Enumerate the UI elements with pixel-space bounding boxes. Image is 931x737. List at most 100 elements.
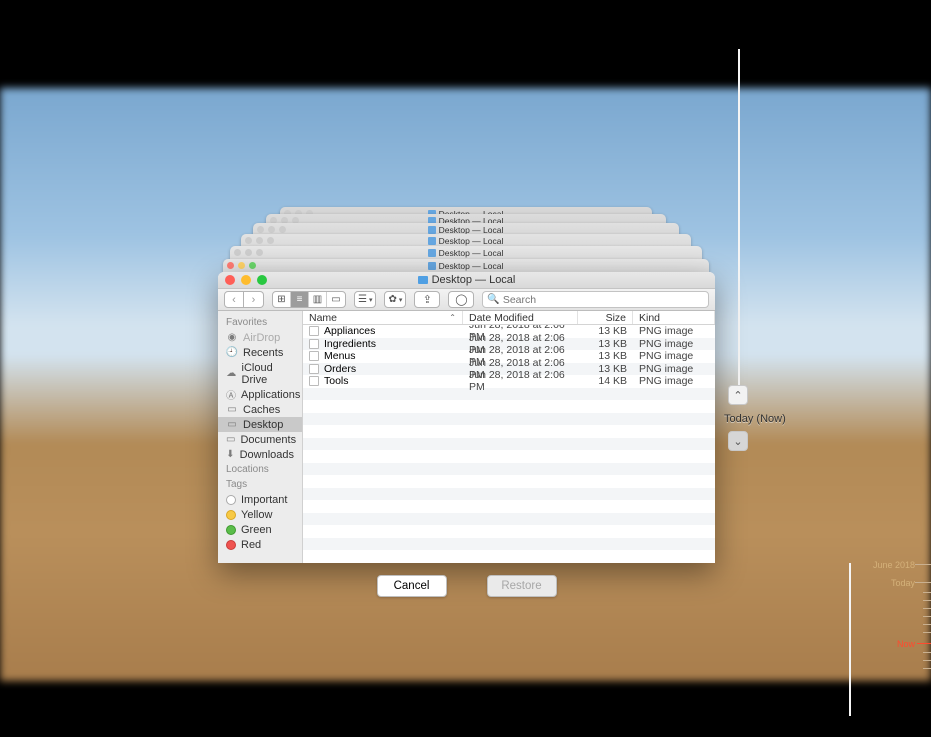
cloud-icon: ☁: [226, 369, 237, 379]
sidebar-item-desktop[interactable]: ▭Desktop: [218, 417, 302, 432]
file-name: Ingredients: [324, 338, 376, 350]
desktop-icon: ▭: [226, 420, 238, 430]
table-row-empty: [303, 400, 715, 413]
toolbar: ‹ › ⊞ ≡ ▥ ▭ ☰▾ ✿▾ ⇪ ◯ 🔍: [218, 289, 715, 311]
file-name: Menus: [324, 350, 356, 362]
close-button[interactable]: [225, 275, 235, 285]
sidebar: Favorites ◉AirDrop 🕘Recents ☁iCloud Driv…: [218, 311, 303, 563]
tag-dot-icon: [226, 510, 236, 520]
file-kind: PNG image: [633, 375, 715, 387]
sidebar-item-documents[interactable]: ▭Documents: [218, 432, 302, 447]
sidebar-tag-yellow[interactable]: Yellow: [218, 507, 302, 522]
sidebar-tag-green[interactable]: Green: [218, 522, 302, 537]
file-icon: [309, 376, 319, 386]
chevron-down-icon: ⌄: [733, 435, 742, 448]
file-icon: [309, 364, 319, 374]
column-headers: Name⌃ Date Modified Size Kind: [303, 311, 715, 325]
timeline-next-button[interactable]: ⌄: [728, 431, 748, 451]
view-switcher[interactable]: ⊞ ≡ ▥ ▭: [272, 291, 346, 308]
minimize-button[interactable]: [241, 275, 251, 285]
table-row-empty: [303, 388, 715, 401]
tags-button[interactable]: ◯: [448, 291, 474, 308]
sidebar-item-caches[interactable]: ▭Caches: [218, 402, 302, 417]
sidebar-item-downloads[interactable]: ⬇Downloads: [218, 447, 302, 462]
restore-button[interactable]: Restore: [487, 575, 557, 597]
airdrop-icon: ◉: [226, 333, 238, 343]
gear-icon: ✿: [388, 294, 396, 305]
downloads-icon: ⬇: [226, 450, 235, 460]
table-row-empty: [303, 438, 715, 451]
file-kind: PNG image: [633, 325, 715, 337]
col-date[interactable]: Date Modified: [463, 311, 578, 324]
sidebar-tags-header: Tags: [218, 477, 302, 492]
sidebar-item-recents[interactable]: 🕘Recents: [218, 345, 302, 360]
table-row-empty: [303, 538, 715, 551]
sidebar-item-applications[interactable]: ⒶApplications: [218, 387, 302, 402]
table-row-empty: [303, 525, 715, 538]
file-name: Appliances: [324, 325, 375, 337]
timeline-prev-button[interactable]: ⌃: [728, 385, 748, 405]
callout-line-top: [738, 49, 740, 385]
search-field[interactable]: 🔍: [482, 291, 709, 308]
table-row-empty: [303, 463, 715, 476]
search-input[interactable]: [503, 294, 704, 306]
file-size: 13 KB: [578, 350, 633, 362]
file-size: 13 KB: [578, 363, 633, 375]
callout-line-bottom: [849, 563, 851, 716]
file-size: 14 KB: [578, 375, 633, 387]
group-dropdown[interactable]: ☰▾: [354, 291, 376, 308]
file-icon: [309, 326, 319, 336]
list-view-icon[interactable]: ≡: [291, 292, 309, 307]
documents-icon: ▭: [226, 435, 235, 445]
file-kind: PNG image: [633, 338, 715, 350]
timeline-scale[interactable]: June 2018 Today Now: [913, 96, 931, 671]
col-kind[interactable]: Kind: [633, 311, 715, 324]
tag-icon: ◯: [455, 293, 467, 306]
forward-button[interactable]: ›: [244, 291, 264, 308]
table-row-empty: [303, 488, 715, 501]
icon-view-icon[interactable]: ⊞: [273, 292, 291, 307]
file-list: Name⌃ Date Modified Size Kind Appliances…: [303, 311, 715, 563]
timeline-current-label: Today (Now): [724, 413, 786, 425]
table-row[interactable]: ToolsJun 28, 2018 at 2:06 PM14 KBPNG ima…: [303, 375, 715, 388]
column-view-icon[interactable]: ▥: [309, 292, 327, 307]
table-row-empty: [303, 550, 715, 563]
clock-icon: 🕘: [226, 348, 238, 358]
timeline-tick-now: Now: [897, 639, 915, 649]
search-icon: 🔍: [487, 294, 499, 305]
file-name: Tools: [324, 375, 349, 387]
tag-dot-icon: [226, 540, 236, 550]
table-row-empty: [303, 413, 715, 426]
folder-icon: ▭: [226, 405, 238, 415]
table-row-empty: [303, 513, 715, 526]
back-button[interactable]: ‹: [224, 291, 244, 308]
apps-icon: Ⓐ: [226, 390, 236, 400]
action-dropdown[interactable]: ✿▾: [384, 291, 406, 308]
timeline-tick-label: Today: [891, 578, 915, 588]
folder-icon: [418, 276, 428, 284]
sidebar-tag-important[interactable]: Important: [218, 492, 302, 507]
sidebar-item-icloud[interactable]: ☁iCloud Drive: [218, 360, 302, 387]
finder-window: Desktop — Local ‹ › ⊞ ≡ ▥ ▭ ☰▾ ✿▾ ⇪ ◯ 🔍 …: [218, 272, 715, 563]
col-name[interactable]: Name⌃: [303, 311, 463, 324]
share-icon: ⇪: [423, 293, 432, 306]
table-row-empty: [303, 425, 715, 438]
share-button[interactable]: ⇪: [414, 291, 440, 308]
cancel-button[interactable]: Cancel: [377, 575, 447, 597]
sort-asc-icon: ⌃: [449, 313, 456, 322]
file-size: 13 KB: [578, 338, 633, 350]
gallery-view-icon[interactable]: ▭: [327, 292, 345, 307]
chevron-up-icon: ⌃: [733, 389, 742, 402]
table-row-empty: [303, 500, 715, 513]
zoom-button[interactable]: [257, 275, 267, 285]
sidebar-item-airdrop[interactable]: ◉AirDrop: [218, 330, 302, 345]
file-kind: PNG image: [633, 350, 715, 362]
tag-dot-icon: [226, 525, 236, 535]
file-name: Orders: [324, 363, 356, 375]
col-size[interactable]: Size: [578, 311, 633, 324]
titlebar: Desktop — Local: [218, 272, 715, 289]
sidebar-favorites-header: Favorites: [218, 315, 302, 330]
sidebar-tag-red[interactable]: Red: [218, 537, 302, 552]
tag-dot-icon: [226, 495, 236, 505]
file-size: 13 KB: [578, 325, 633, 337]
